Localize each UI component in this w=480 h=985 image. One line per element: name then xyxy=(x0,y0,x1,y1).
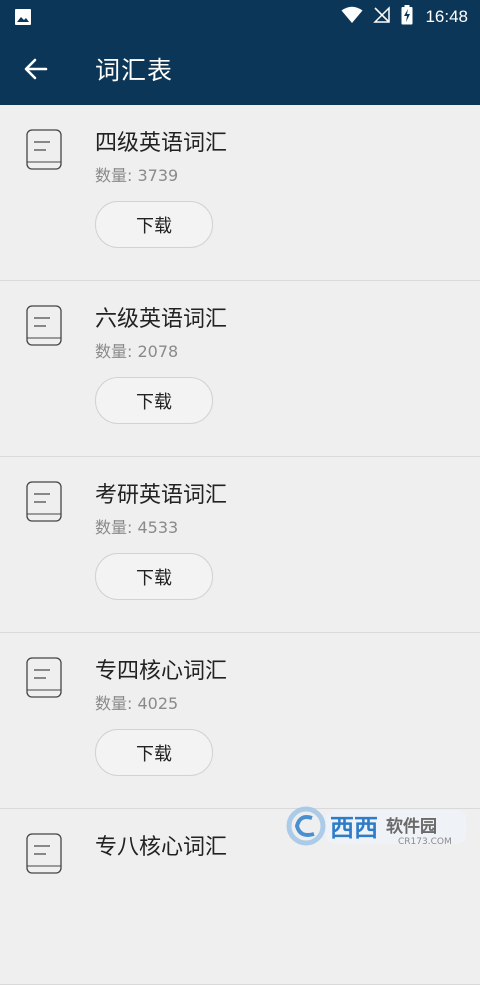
watermark-brand: 西西 xyxy=(330,814,378,842)
image-notification-icon xyxy=(14,8,32,30)
vocab-count: 数量: 4025 xyxy=(95,694,179,713)
download-button[interactable]: 下载 xyxy=(95,553,213,600)
watermark-domain: CR173.COM xyxy=(398,837,452,847)
vocab-name: 专八核心词汇 xyxy=(95,835,228,860)
back-arrow-icon[interactable] xyxy=(22,55,50,83)
list-item: 四级英语词汇 数量: 3739 下载 xyxy=(0,105,480,281)
book-icon xyxy=(26,657,62,705)
download-button[interactable]: 下载 xyxy=(95,377,213,424)
vocab-list: 四级英语词汇 数量: 3739 下载 六级英语词汇 数量: 2078 下载 考研… xyxy=(0,105,480,985)
download-button[interactable]: 下载 xyxy=(95,201,213,248)
book-icon xyxy=(26,481,62,529)
book-icon xyxy=(26,833,62,881)
watermark-suffix: 软件园 xyxy=(386,816,437,837)
book-icon xyxy=(26,129,62,177)
wifi-icon xyxy=(341,6,363,28)
status-time: 16:48 xyxy=(425,6,468,26)
list-item: 考研英语词汇 数量: 4533 下载 xyxy=(0,457,480,633)
battery-charging-icon xyxy=(401,4,413,29)
vocab-name: 专四核心词汇 xyxy=(95,659,228,684)
vocab-count: 数量: 3739 xyxy=(95,166,179,185)
watermark-logo: 西西 软件园 CR173.COM xyxy=(286,804,472,848)
vocab-name: 四级英语词汇 xyxy=(95,131,228,156)
no-signal-icon xyxy=(373,5,391,28)
status-bar: 16:48 xyxy=(0,0,480,33)
vocab-name: 六级英语词汇 xyxy=(95,307,228,332)
download-button[interactable]: 下载 xyxy=(95,729,213,776)
book-icon xyxy=(26,305,62,353)
vocab-count: 数量: 2078 xyxy=(95,342,179,361)
list-item: 专四核心词汇 数量: 4025 下载 xyxy=(0,633,480,809)
app-bar: 词汇表 xyxy=(0,33,480,105)
vocab-name: 考研英语词汇 xyxy=(95,483,228,508)
vocab-count: 数量: 4533 xyxy=(95,518,179,537)
list-item: 六级英语词汇 数量: 2078 下载 xyxy=(0,281,480,457)
page-title: 词汇表 xyxy=(95,56,174,85)
